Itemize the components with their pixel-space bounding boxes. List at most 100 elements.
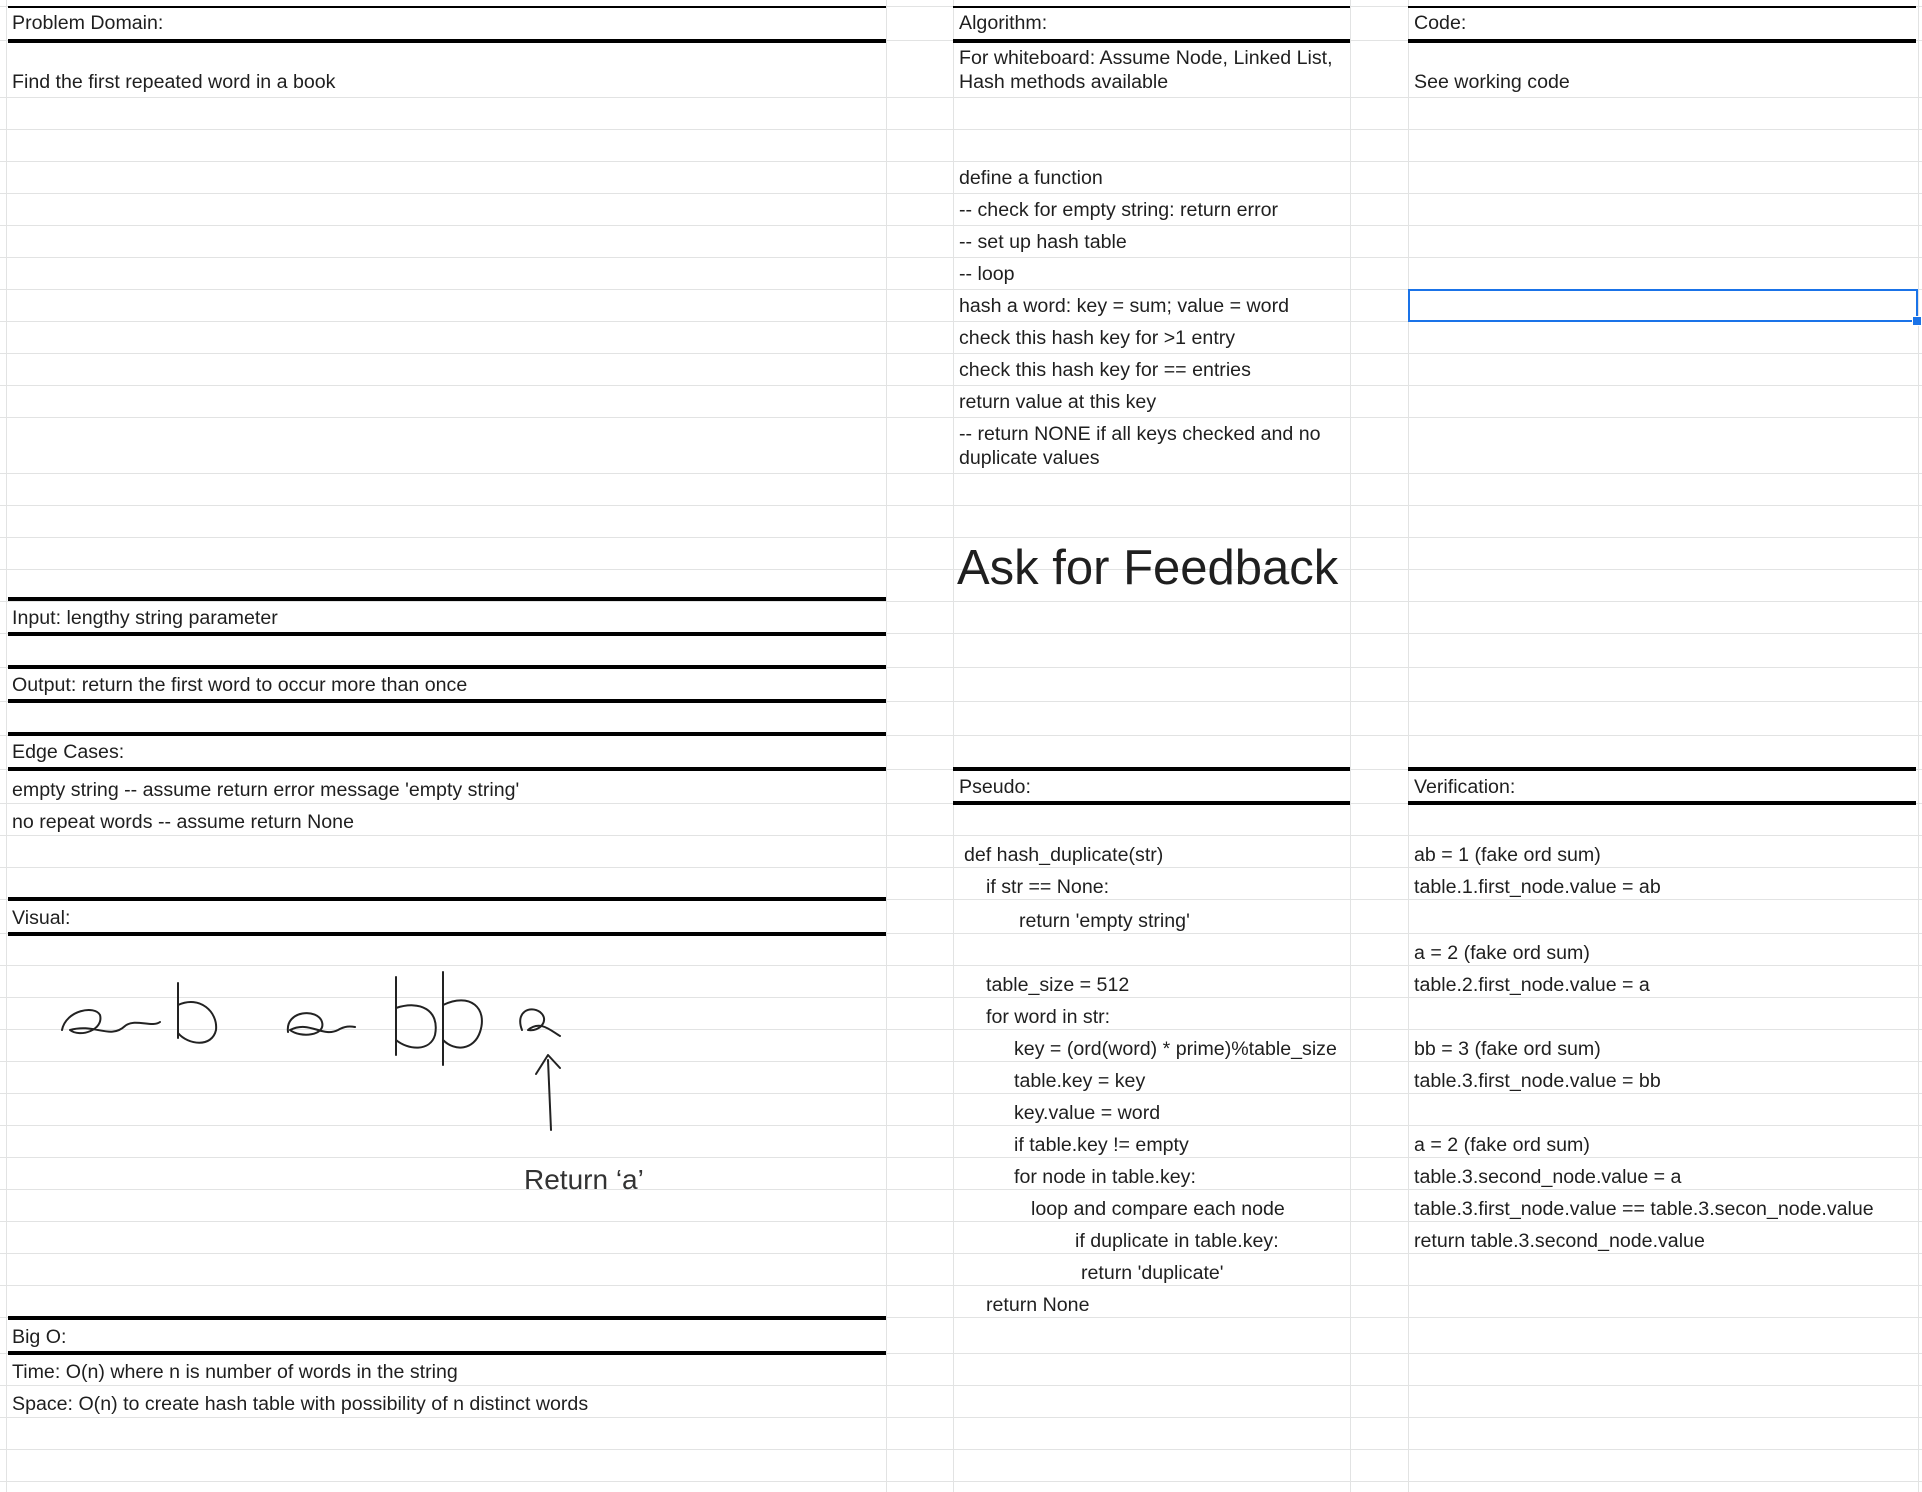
pseudo-line[interactable]: if str == None: (986, 875, 1109, 899)
pseudo-line[interactable]: key = (ord(word) * prime)%table_size (1014, 1037, 1337, 1061)
border-input-top (8, 597, 886, 601)
gridline (0, 257, 1922, 258)
big-o-space[interactable]: Space: O(n) to create hash table with po… (12, 1392, 588, 1416)
edge-case-item[interactable]: no repeat words -- assume return None (12, 810, 354, 834)
pseudo-line[interactable]: return 'duplicate' (1081, 1261, 1224, 1285)
border-visual-top (8, 897, 886, 901)
output-text[interactable]: Output: return the first word to occur m… (12, 673, 467, 697)
edge-cases-header[interactable]: Edge Cases: (12, 740, 124, 764)
gridline (0, 505, 1922, 506)
gridline (0, 1125, 1922, 1126)
gridline (0, 97, 1922, 98)
gridline (0, 1221, 1922, 1222)
big-o-time[interactable]: Time: O(n) where n is number of words in… (12, 1360, 458, 1384)
pseudo-header[interactable]: Pseudo: (959, 775, 1031, 799)
verification-line[interactable]: a = 2 (fake ord sum) (1414, 1133, 1590, 1157)
verification-header[interactable]: Verification: (1414, 775, 1515, 799)
gridline (0, 1093, 1922, 1094)
algorithm-step[interactable]: define a function (959, 166, 1103, 190)
gridline (0, 1029, 1922, 1030)
verification-line[interactable]: table.3.second_node.value = a (1414, 1165, 1681, 1189)
verification-line[interactable]: bb = 3 (fake ord sum) (1414, 1037, 1601, 1061)
pseudo-line[interactable]: if table.key != empty (1014, 1133, 1189, 1157)
gridline (0, 385, 1922, 386)
border-input-bottom (8, 632, 886, 636)
big-o-header[interactable]: Big O: (12, 1325, 66, 1349)
algorithm-step[interactable]: check this hash key for == entries (959, 358, 1251, 382)
gridline (0, 129, 1922, 130)
border-pseudo-top (953, 767, 1350, 771)
fill-handle[interactable] (1912, 316, 1922, 326)
algorithm-step[interactable]: -- loop (959, 262, 1015, 286)
verification-line[interactable]: a = 2 (fake ord sum) (1414, 941, 1590, 965)
border-code-top (1408, 6, 1916, 8)
pseudo-line[interactable]: return 'empty string' (1019, 909, 1190, 933)
return-label: Return ‘a’ (524, 1164, 644, 1195)
spreadsheet-grid: Problem Domain: Find the first repeated … (0, 0, 1922, 1492)
border-bigo-top (8, 1316, 886, 1320)
border-bigo-bottom (8, 1351, 886, 1355)
gridline (0, 1285, 1922, 1286)
algorithm-step[interactable]: return value at this key (959, 390, 1156, 414)
code-header[interactable]: Code: (1414, 11, 1466, 35)
gridline (0, 601, 1922, 602)
verification-line[interactable]: table.3.first_node.value = bb (1414, 1069, 1661, 1093)
handwritten-sketch-icon (61, 971, 561, 1131)
gridline (0, 835, 1922, 836)
pseudo-line[interactable]: if duplicate in table.key: (1075, 1229, 1279, 1253)
pseudo-line[interactable]: table_size = 512 (986, 973, 1129, 997)
gridline (953, 0, 954, 1492)
algorithm-header[interactable]: Algorithm: (959, 11, 1047, 35)
gridline (0, 1481, 1922, 1482)
algorithm-step[interactable]: -- return NONE if all keys checked and n… (959, 422, 1349, 470)
gridline (0, 537, 1922, 538)
edge-case-item[interactable]: empty string -- assume return error mess… (12, 778, 519, 802)
ask-for-feedback[interactable]: Ask for Feedback (957, 540, 1338, 596)
border-pseudo-bottom (953, 801, 1350, 805)
pseudo-line[interactable]: for word in str: (986, 1005, 1110, 1029)
code-text[interactable]: See working code (1414, 70, 1570, 94)
gridline (0, 867, 1922, 868)
verification-line[interactable]: table.2.first_node.value = a (1414, 973, 1650, 997)
algorithm-step[interactable]: check this hash key for >1 entry (959, 326, 1235, 350)
verification-line[interactable]: ab = 1 (fake ord sum) (1414, 843, 1601, 867)
gridline (0, 193, 1922, 194)
problem-domain-text[interactable]: Find the first repeated word in a book (12, 70, 335, 94)
algorithm-step[interactable]: -- set up hash table (959, 230, 1127, 254)
problem-domain-header[interactable]: Problem Domain: (12, 11, 163, 35)
gridline (0, 997, 1922, 998)
pseudo-line[interactable]: loop and compare each node (1031, 1197, 1285, 1221)
gridline (0, 1157, 1922, 1158)
selected-cell[interactable] (1408, 289, 1918, 322)
border-edge-top (8, 732, 886, 736)
pseudo-line[interactable]: return None (986, 1293, 1089, 1317)
algorithm-note[interactable]: For whiteboard: Assume Node, Linked List… (959, 46, 1349, 94)
input-text[interactable]: Input: lengthy string parameter (12, 606, 278, 630)
gridline (0, 1253, 1922, 1254)
algorithm-step[interactable]: hash a word: key = sum; value = word (959, 294, 1289, 318)
gridline (0, 1189, 1922, 1190)
gridline (6, 0, 7, 1492)
pseudo-line[interactable]: def hash_duplicate(str) (964, 843, 1163, 867)
gridline (0, 1449, 1922, 1450)
visual-header[interactable]: Visual: (12, 906, 70, 930)
verification-line[interactable]: table.3.first_node.value == table.3.seco… (1414, 1197, 1874, 1221)
gridline (0, 473, 1922, 474)
pseudo-line[interactable]: table.key = key (1014, 1069, 1145, 1093)
gridline (0, 965, 1922, 966)
algorithm-step[interactable]: -- check for empty string: return error (959, 198, 1278, 222)
border-output-bottom (8, 699, 886, 703)
border-algorithm-bottom (953, 39, 1350, 43)
verification-line[interactable]: table.1.first_node.value = ab (1414, 875, 1661, 899)
gridline (0, 417, 1922, 418)
pseudo-line[interactable]: for node in table.key: (1014, 1165, 1196, 1189)
gridline (1408, 0, 1409, 1492)
gridline (0, 1385, 1922, 1386)
gridline (886, 0, 887, 1492)
border-output-top (8, 665, 886, 669)
pseudo-line[interactable]: key.value = word (1014, 1101, 1160, 1125)
verification-line[interactable]: return table.3.second_node.value (1414, 1229, 1705, 1253)
border-problem-top (8, 6, 886, 8)
border-algorithm-top (953, 6, 1350, 8)
border-problem-bottom (8, 39, 886, 43)
